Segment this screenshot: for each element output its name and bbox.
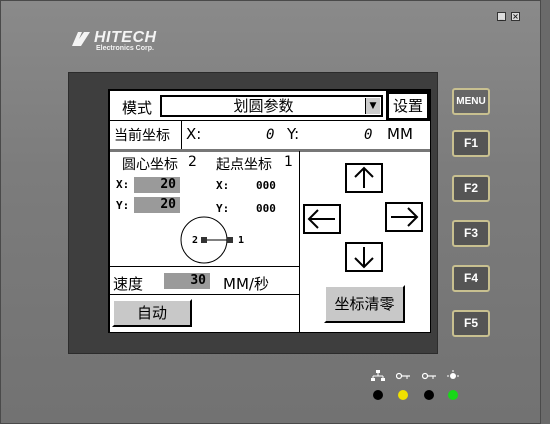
current-y-value: 0 — [364, 127, 373, 143]
start-marker: 1 — [284, 154, 293, 170]
diagram-point-2: 2 — [192, 235, 199, 246]
key-led-2 — [424, 390, 434, 400]
current-unit: MM — [387, 125, 413, 143]
speed-label: 速度 — [113, 275, 144, 293]
jog-right-button[interactable] — [385, 202, 423, 232]
key-led-1 — [398, 390, 408, 400]
arrow-up-icon — [354, 166, 374, 188]
f4-key[interactable]: F4 — [452, 265, 490, 292]
auto-button[interactable]: 自动 — [112, 299, 192, 327]
brand-name: HITECH — [94, 29, 157, 46]
key-icon — [396, 372, 410, 380]
jog-down-button[interactable] — [345, 242, 383, 272]
center-x-field[interactable]: 20 — [134, 177, 180, 193]
chevron-down-icon[interactable]: ▼ — [365, 98, 380, 114]
mode-dropdown[interactable]: 划圆参数 ▼ — [160, 95, 383, 117]
start-coords-label: 起点坐标 — [216, 157, 272, 173]
close-icon[interactable]: × — [511, 12, 520, 21]
center-y-label: Y: — [116, 199, 130, 212]
f3-key[interactable]: F3 — [452, 220, 490, 247]
start-point-icon — [227, 237, 233, 243]
reset-coords-button[interactable]: 坐标清零 — [324, 285, 405, 323]
current-y-label: Y: — [287, 125, 300, 143]
brand-subtitle: Electronics Corp. — [96, 45, 154, 52]
menu-key[interactable]: MENU — [452, 88, 490, 115]
f2-key[interactable]: F2 — [452, 175, 490, 202]
current-x-value: 0 — [266, 127, 275, 143]
mode-dropdown-value: 划圆参数 — [233, 97, 294, 115]
f1-key[interactable]: F1 — [452, 130, 490, 157]
hmi-screen: 模式 划圆参数 ▼ 设置 当前坐标 X: 0 Y: 0 MM 圆心坐标 2 起点… — [110, 91, 430, 332]
speed-field[interactable]: 30 — [164, 273, 210, 289]
start-x-label: X: — [216, 179, 230, 192]
current-coords-label: 当前坐标 — [114, 128, 170, 144]
mode-label: 模式 — [122, 99, 153, 117]
start-x-value[interactable]: 000 — [256, 179, 276, 192]
center-marker: 2 — [188, 154, 197, 170]
speed-unit: MM/秒 — [223, 275, 269, 293]
light-icon — [447, 370, 459, 379]
start-y-label: Y: — [216, 202, 230, 215]
key-icon — [422, 372, 436, 380]
center-y-field[interactable]: 20 — [134, 197, 180, 213]
jog-up-button[interactable] — [345, 163, 383, 193]
start-y-value[interactable]: 000 — [256, 202, 276, 215]
diagram-point-1: 1 — [238, 235, 245, 246]
jog-left-button[interactable] — [303, 204, 341, 234]
minimize-icon[interactable]: _ — [497, 12, 506, 21]
power-led — [448, 390, 458, 400]
center-x-label: X: — [116, 178, 130, 191]
f5-key[interactable]: F5 — [452, 310, 490, 337]
hitech-logo-icon — [72, 32, 90, 46]
arrow-left-icon — [307, 209, 335, 229]
center-point-icon — [201, 237, 207, 243]
current-x-label: X: — [186, 125, 202, 143]
arrow-right-icon — [391, 207, 419, 227]
settings-button[interactable]: 设置 — [389, 94, 427, 118]
network-led — [373, 390, 383, 400]
network-icon — [371, 370, 385, 381]
center-coords-label: 圆心坐标 — [122, 157, 178, 173]
arrow-down-icon — [354, 247, 374, 269]
